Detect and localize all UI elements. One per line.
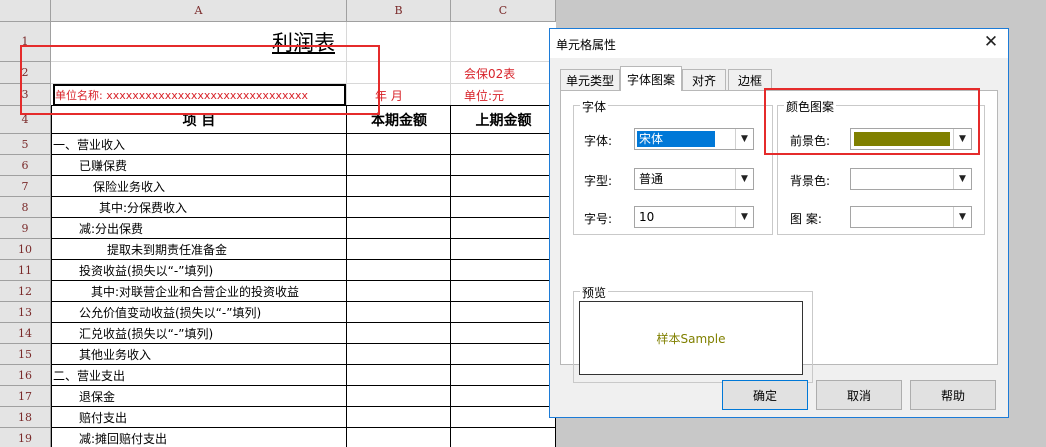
chevron-down-icon[interactable]: ▼ (953, 207, 971, 227)
item-label-cell[interactable]: 保险业务收入 (93, 176, 346, 197)
preview-box: 样本Sample (579, 301, 803, 375)
tab-cell-type[interactable]: 单元类型 (560, 69, 620, 90)
grid-line (346, 106, 347, 447)
row-header[interactable]: 7 (0, 176, 51, 197)
form-code[interactable]: 会保02表 (464, 62, 556, 84)
column-header-a[interactable]: A (51, 0, 347, 22)
preview-group-label: 预览 (580, 284, 609, 301)
background-color-select[interactable]: ▼ (850, 168, 972, 190)
row-header[interactable]: 19 (0, 428, 51, 447)
font-select[interactable]: 宋体 ▼ (634, 128, 754, 150)
style-select-value: 普通 (639, 172, 664, 186)
row-header[interactable]: 11 (0, 260, 51, 281)
help-button[interactable]: 帮助 (910, 380, 996, 410)
unit-cell[interactable]: 单位:元 (464, 84, 556, 106)
column-header-c[interactable]: C (451, 0, 556, 22)
item-label-cell[interactable]: 其他业务收入 (79, 344, 346, 365)
font-select-value: 宋体 (637, 131, 715, 147)
chevron-down-icon[interactable]: ▼ (735, 129, 753, 149)
item-label-cell[interactable]: 汇兑收益(损失以“-”填列) (79, 323, 346, 344)
item-label-cell[interactable]: 二、营业支出 (53, 365, 346, 386)
cancel-button[interactable]: 取消 (816, 380, 902, 410)
close-icon[interactable]: ✕ (982, 33, 1000, 51)
ok-button[interactable]: 确定 (722, 380, 808, 410)
pattern-select[interactable]: ▼ (850, 206, 972, 228)
item-label-cell[interactable]: 公允价值变动收益(损失以“-”填列) (79, 302, 346, 323)
chevron-down-icon[interactable]: ▼ (735, 169, 753, 189)
dialog-titlebar[interactable]: 单元格属性 ✕ (550, 29, 1008, 58)
row-header[interactable]: 17 (0, 386, 51, 407)
grid-line (450, 106, 451, 447)
row-header[interactable]: 5 (0, 134, 51, 155)
size-label: 字号: (584, 212, 613, 226)
dialog-title: 单元格属性 (556, 38, 617, 52)
item-label-cell[interactable]: 提取未到期责任准备金 (107, 239, 346, 260)
item-label-cell[interactable]: 已赚保费 (79, 155, 346, 176)
item-label-cell[interactable]: 投资收益(损失以“-”填列) (79, 260, 346, 281)
item-label-cell[interactable]: 一、营业收入 (53, 134, 346, 155)
item-label-cell[interactable]: 退保金 (79, 386, 346, 407)
grid-line (51, 106, 52, 447)
font-label: 字体: (584, 134, 613, 148)
font-group: 字体 字体: 宋体 ▼ 字型: 普通 ▼ 字号: 10 ▼ (573, 98, 773, 235)
column-header-b[interactable]: B (347, 0, 451, 22)
item-label-cell[interactable]: 减:分出保费 (79, 218, 346, 239)
row-header[interactable]: 10 (0, 239, 51, 260)
item-label-cell[interactable]: 其中:对联营企业和合营企业的投资收益 (91, 281, 346, 302)
row-header[interactable]: 6 (0, 155, 51, 176)
item-label-cell[interactable]: 赔付支出 (79, 407, 346, 428)
annotation-highlight-box (20, 45, 380, 115)
chevron-down-icon[interactable]: ▼ (953, 169, 971, 189)
size-select[interactable]: 10 ▼ (634, 206, 754, 228)
row-header[interactable]: 15 (0, 344, 51, 365)
font-group-label: 字体 (580, 98, 609, 115)
tab-align[interactable]: 对齐 (682, 69, 726, 90)
row-header[interactable]: 18 (0, 407, 51, 428)
row-header[interactable]: 13 (0, 302, 51, 323)
item-label-cell[interactable]: 其中:分保费收入 (99, 197, 346, 218)
row-header[interactable]: 12 (0, 281, 51, 302)
select-all-corner[interactable] (0, 0, 51, 22)
tab-border[interactable]: 边框 (728, 69, 772, 90)
tab-font-pattern[interactable]: 字体图案 (620, 66, 682, 91)
row-header[interactable]: 9 (0, 218, 51, 239)
annotation-highlight-box (764, 88, 980, 155)
row-header[interactable]: 14 (0, 323, 51, 344)
row-header[interactable]: 8 (0, 197, 51, 218)
preview-sample-text: 样本Sample (656, 331, 726, 346)
chevron-down-icon[interactable]: ▼ (735, 207, 753, 227)
spreadsheet: A B C 1 2 3 4 5 6 7 8 9 10 11 12 13 14 15 16 17 18 19 利润表 … (0, 0, 556, 447)
cell-properties-dialog: 单元格属性 ✕ 单元类型 字体图案 对齐 边框 字体 字体: 宋体 ▼ 字型: … (549, 28, 1009, 418)
row-header[interactable]: 16 (0, 365, 51, 386)
size-select-value: 10 (639, 210, 655, 224)
pattern-label: 图 案: (790, 212, 822, 226)
header-previous-amount[interactable]: 上期金额 (451, 106, 556, 134)
item-label-cell[interactable]: 减:摊回赔付支出 (79, 428, 346, 447)
style-select[interactable]: 普通 ▼ (634, 168, 754, 190)
style-label: 字型: (584, 174, 613, 188)
background-label: 背景色: (790, 174, 831, 188)
year-month-cell[interactable]: 年 月 (375, 84, 451, 106)
